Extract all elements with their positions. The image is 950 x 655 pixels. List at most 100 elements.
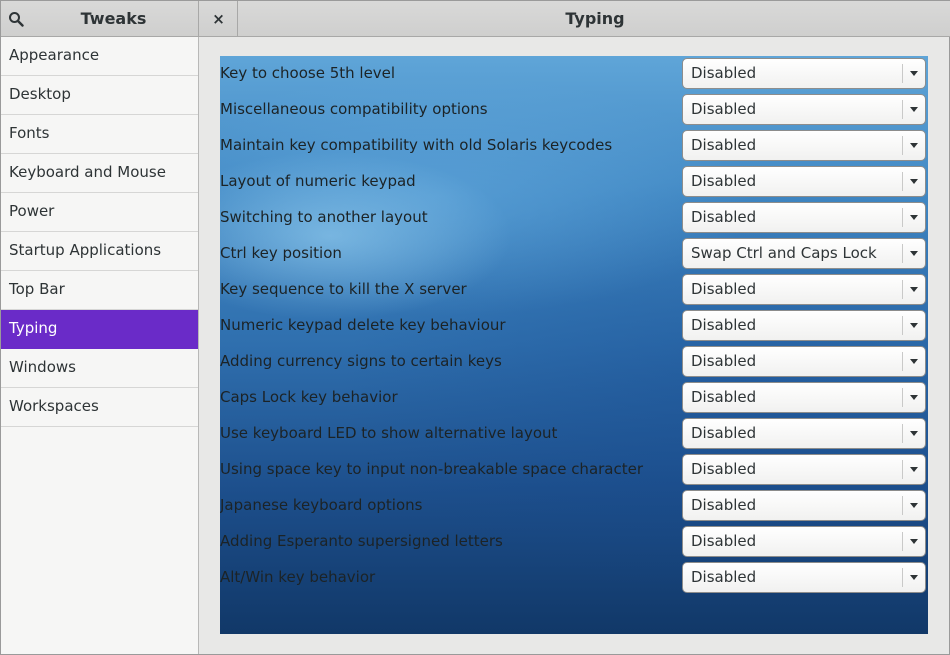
setting-row: Key sequence to kill the X server Disable… (220, 272, 928, 308)
setting-label: Switching to another layout (220, 208, 428, 226)
dropdown-separator (902, 172, 903, 191)
sidebar-item-workspaces[interactable]: Workspaces (1, 388, 198, 427)
chevron-down-icon (910, 539, 918, 544)
dropdown-value: Disabled (691, 100, 757, 118)
setting-row: Maintain key compatibility with old Sola… (220, 128, 928, 164)
setting-label: Miscellaneous compatibility options (220, 100, 488, 118)
dropdown-value: Disabled (691, 208, 757, 226)
search-button[interactable] (3, 5, 29, 33)
close-button[interactable]: × (200, 1, 238, 37)
setting-row: Alt/Win key behavior Disabled (220, 560, 928, 596)
sidebar-item-windows[interactable]: Windows (1, 349, 198, 388)
setting-dropdown[interactable]: Swap Ctrl and Caps Lock (682, 238, 926, 269)
setting-dropdown[interactable]: Disabled (682, 58, 926, 89)
dropdown-separator (902, 316, 903, 335)
setting-dropdown[interactable]: Disabled (682, 526, 926, 557)
setting-row: Ctrl key position Swap Ctrl and Caps Lock (220, 236, 928, 272)
dropdown-value: Disabled (691, 352, 757, 370)
dropdown-separator (902, 136, 903, 155)
dropdown-value: Disabled (691, 136, 757, 154)
setting-label: Adding currency signs to certain keys (220, 352, 502, 370)
typing-settings-panel: Key to choose 5th level Disabled Miscellan… (220, 56, 928, 634)
dropdown-separator (902, 460, 903, 479)
chevron-down-icon (910, 179, 918, 184)
app-title: Tweaks (80, 9, 147, 28)
chevron-down-icon (910, 431, 918, 436)
chevron-down-icon (910, 215, 918, 220)
header-bar: Tweaks × Typing (1, 1, 950, 37)
dropdown-separator (902, 496, 903, 515)
setting-label: Layout of numeric keypad (220, 172, 416, 190)
dropdown-value: Disabled (691, 172, 757, 190)
sidebar-item-typing[interactable]: Typing (1, 310, 198, 349)
setting-row: Numeric keypad delete key behaviour Disab… (220, 308, 928, 344)
setting-label: Alt/Win key behavior (220, 568, 376, 586)
close-icon: × (212, 10, 225, 28)
sidebar: Appearance Desktop Fonts Keyboard and Mouse… (1, 37, 199, 654)
page-title: Typing (565, 9, 625, 28)
dropdown-separator (902, 100, 903, 119)
sidebar-item-power[interactable]: Power (1, 193, 198, 232)
setting-dropdown[interactable]: Disabled (682, 166, 926, 197)
chevron-down-icon (910, 287, 918, 292)
chevron-down-icon (910, 467, 918, 472)
dropdown-separator (902, 388, 903, 407)
setting-label: Adding Esperanto supersigned letters (220, 532, 503, 550)
dropdown-value: Disabled (691, 316, 757, 334)
setting-row: Key to choose 5th level Disabled (220, 56, 928, 92)
setting-dropdown[interactable]: Disabled (682, 346, 926, 377)
chevron-down-icon (910, 395, 918, 400)
dropdown-value: Disabled (691, 388, 757, 406)
sidebar-item-top-bar[interactable]: Top Bar (1, 271, 198, 310)
setting-label: Numeric keypad delete key behaviour (220, 316, 506, 334)
setting-dropdown[interactable]: Disabled (682, 274, 926, 305)
setting-label: Caps Lock key behavior (220, 388, 398, 406)
setting-dropdown[interactable]: Disabled (682, 130, 926, 161)
dropdown-value: Swap Ctrl and Caps Lock (691, 244, 877, 262)
sidebar-item-appearance[interactable]: Appearance (1, 37, 198, 76)
setting-row: Layout of numeric keypad Disabled (220, 164, 928, 200)
dropdown-separator (902, 208, 903, 227)
setting-dropdown[interactable]: Disabled (682, 454, 926, 485)
setting-label: Maintain key compatibility with old Sola… (220, 136, 613, 154)
setting-row: Switching to another layout Disabled (220, 200, 928, 236)
chevron-down-icon (910, 251, 918, 256)
setting-dropdown[interactable]: Disabled (682, 562, 926, 593)
dropdown-value: Disabled (691, 460, 757, 478)
setting-label: Japanese keyboard options (220, 496, 423, 514)
dropdown-separator (902, 244, 903, 263)
setting-row: Use keyboard LED to show alternative lay… (220, 416, 928, 452)
setting-dropdown[interactable]: Disabled (682, 490, 926, 521)
dropdown-value: Disabled (691, 496, 757, 514)
chevron-down-icon (910, 107, 918, 112)
dropdown-value: Disabled (691, 532, 757, 550)
setting-dropdown[interactable]: Disabled (682, 202, 926, 233)
dropdown-separator (902, 280, 903, 299)
dropdown-separator (902, 64, 903, 83)
sidebar-item-desktop[interactable]: Desktop (1, 76, 198, 115)
dropdown-separator (902, 424, 903, 443)
dropdown-separator (902, 532, 903, 551)
dropdown-value: Disabled (691, 424, 757, 442)
sidebar-item-fonts[interactable]: Fonts (1, 115, 198, 154)
setting-row: Adding Esperanto supersigned letters Disa… (220, 524, 928, 560)
chevron-down-icon (910, 323, 918, 328)
tweaks-window: Tweaks × Typing Appearance Desktop Fonts Ke… (0, 0, 950, 655)
setting-dropdown[interactable]: Disabled (682, 418, 926, 449)
sidebar-item-keyboard-and-mouse[interactable]: Keyboard and Mouse (1, 154, 198, 193)
dropdown-value: Disabled (691, 568, 757, 586)
setting-row: Japanese keyboard options Disabled (220, 488, 928, 524)
dropdown-separator (902, 352, 903, 371)
sidebar-header: Tweaks (1, 1, 199, 37)
chevron-down-icon (910, 71, 918, 76)
setting-dropdown[interactable]: Disabled (682, 310, 926, 341)
setting-dropdown[interactable]: Disabled (682, 382, 926, 413)
setting-dropdown[interactable]: Disabled (682, 94, 926, 125)
setting-label: Key to choose 5th level (220, 64, 396, 82)
sidebar-item-startup-applications[interactable]: Startup Applications (1, 232, 198, 271)
setting-label: Use keyboard LED to show alternative lay… (220, 424, 558, 442)
setting-row: Caps Lock key behavior Disabled (220, 380, 928, 416)
chevron-down-icon (910, 359, 918, 364)
dropdown-value: Disabled (691, 64, 757, 82)
setting-row: Using space key to input non-breakable s… (220, 452, 928, 488)
